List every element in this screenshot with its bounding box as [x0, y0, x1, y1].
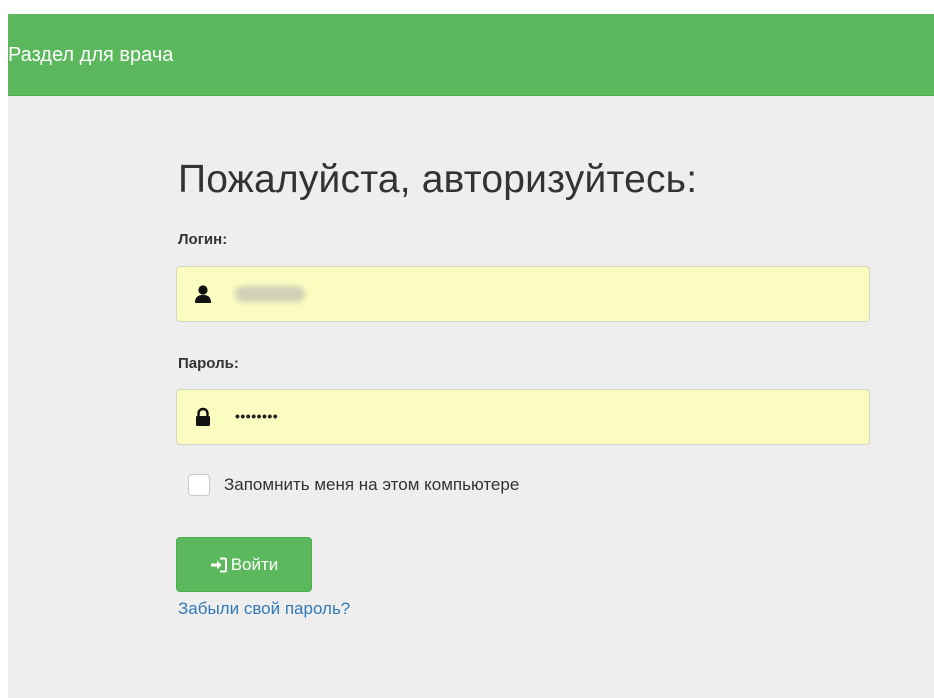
login-button[interactable]: Войти — [176, 537, 312, 592]
login-button-label: Войти — [230, 554, 279, 574]
sign-in-icon — [210, 557, 227, 572]
user-icon — [195, 285, 211, 303]
lock-icon — [196, 407, 210, 426]
header-title[interactable]: Раздел для врача — [8, 14, 173, 96]
page: Раздел для врача Пожалуйста, авторизуйте… — [0, 0, 934, 698]
login-title: Пожалуйста, авторизуйтесь: — [178, 158, 698, 201]
login-input[interactable] — [231, 277, 851, 311]
login-label: Логин: — [178, 231, 228, 248]
login-panel: Пожалуйста, авторизуйтесь: Логин: Пароль… — [8, 96, 934, 698]
password-label: Пароль: — [178, 355, 239, 372]
header-bar: Раздел для врача — [8, 14, 934, 96]
login-field-group[interactable] — [176, 266, 870, 322]
password-field-group[interactable]: •••••••• — [176, 389, 870, 445]
remember-me-row[interactable]: Запомнить меня на этом компьютере — [188, 472, 519, 498]
remember-me-label[interactable]: Запомнить меня на этом компьютере — [224, 475, 519, 495]
remember-me-checkbox[interactable] — [188, 474, 210, 496]
password-value[interactable]: •••••••• — [235, 405, 278, 427]
forgot-password-link[interactable]: Забыли свой пароль? — [178, 599, 350, 619]
